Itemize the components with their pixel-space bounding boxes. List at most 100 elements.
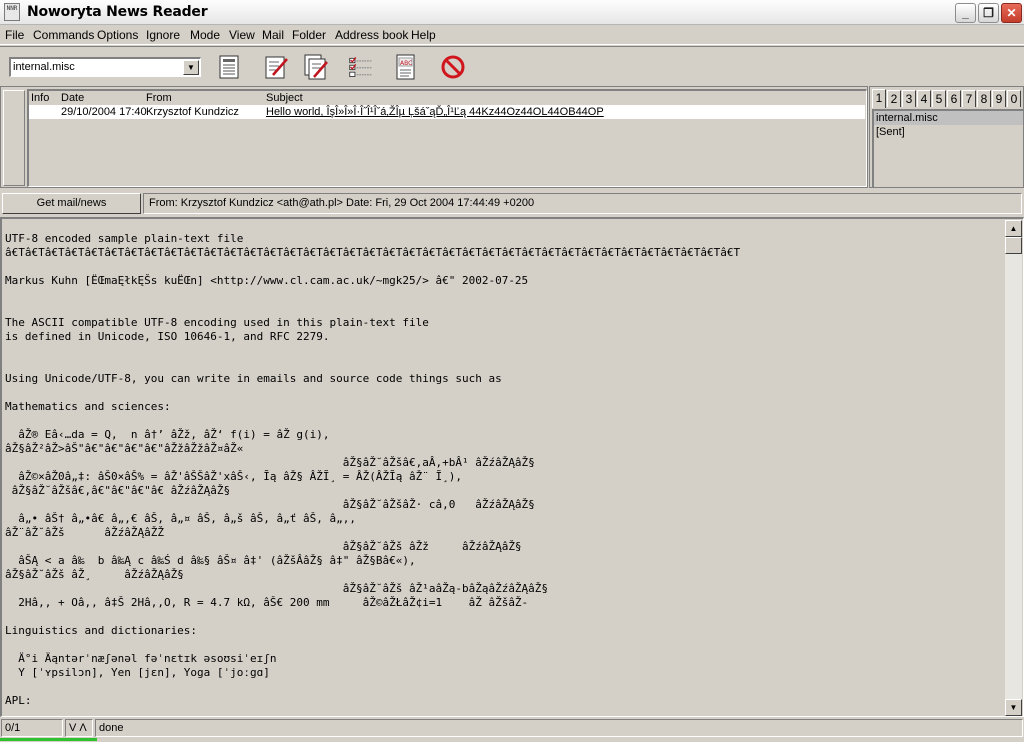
- body-line: [5, 344, 1000, 358]
- folder-select[interactable]: internal.misc ▼: [9, 57, 201, 77]
- body-line: Ä°i Äąntərˈnæʃənəl fəˈnɛtɪk əsoʊsiˈeɪʃn: [5, 652, 277, 665]
- message-date: 29/10/2004 17:40: [61, 106, 147, 118]
- body-line: âŽ§âŽ˘âŽšâ€,aÂ,+bÂ¹ âŽźâŽĄâŽ§: [5, 456, 535, 469]
- body-line: Using Unicode/UTF-8, you can write in em…: [5, 372, 502, 385]
- body-line: UTF-8 encoded sample plain-text file: [5, 232, 244, 245]
- folder-list: internal.misc [Sent]: [872, 109, 1023, 187]
- body-line: 2Hâ,, + Oâ,, â‡Š 2Hâ,,O, R = 4.7 kΩ, âŠ€…: [5, 596, 529, 609]
- folder-tabs: 1 2 3 4 5 6 7 8 9 0: [872, 89, 1024, 108]
- column-header-info[interactable]: Info: [31, 92, 49, 104]
- folder-tab-1[interactable]: 1: [872, 89, 886, 108]
- folder-item-sent[interactable]: [Sent]: [874, 125, 1023, 139]
- vertical-scrollbar[interactable]: ▲ ▼: [1005, 220, 1022, 716]
- body-line: âŽ§âŽ˘âŽšâ€,â€"â€"â€"â€ âŽźâŽĄâŽ§: [5, 484, 231, 497]
- body-line: [5, 680, 1000, 694]
- message-subject[interactable]: Hello world, ÎşÎ»Î»Î·Î˝Î¹Îˇá‚ŽÎµ ĻšáˇąĎ„…: [266, 106, 604, 118]
- body-line: Y [ˈʏpsilɔn], Yen [jɛn], Yoga [ˈjoːgɑ]: [5, 666, 270, 679]
- cancel-icon[interactable]: [440, 53, 466, 81]
- body-line: [5, 260, 1000, 274]
- folder-tab-2[interactable]: 2: [887, 90, 901, 107]
- menu-view[interactable]: View: [229, 28, 255, 42]
- message-body[interactable]: UTF-8 encoded sample plain-text file â€Tâ…: [5, 232, 1000, 714]
- folder-tab-4[interactable]: 4: [917, 90, 931, 107]
- folder-tab-8[interactable]: 8: [977, 90, 991, 107]
- body-line: âŽ§âŽ²âŽ>âŠ"â€"â€"â€"â€"âŽžâŽžâŽ¤âŽ«: [5, 442, 244, 455]
- checklist-icon[interactable]: [348, 53, 374, 81]
- menu-help[interactable]: Help: [411, 28, 436, 42]
- menu-bar: File Commands Options Ignore Mode View M…: [0, 25, 1024, 45]
- body-line: âŠĄ < a â‰ b â‰Ą c â‰Ś d â‰§ âŠ¤ â‡' (âŽ…: [5, 554, 416, 567]
- title-bar: NNR Noworyta News Reader _ ❐ ✕: [0, 0, 1024, 25]
- body-line: [5, 302, 1000, 316]
- folder-tab-3[interactable]: 3: [902, 90, 916, 107]
- message-header-line: From: Krzysztof Kundzicz <ath@ath.pl> Da…: [143, 193, 1022, 214]
- body-line: âŽ§âŽ˘âŽš âŽ¹aâŽą-bâŽąâŽźâŽĄâŽ§: [5, 582, 549, 595]
- body-line: Markus Kuhn [ËŒmaĘłkĘŠs kuËŒn] <http://w…: [5, 274, 529, 287]
- status-mode: V Λ: [65, 719, 93, 737]
- status-message: done: [95, 719, 1023, 737]
- minimize-button[interactable]: _: [955, 3, 976, 23]
- body-line: Mathematics and sciences:: [5, 400, 171, 413]
- chevron-down-icon[interactable]: ▼: [183, 60, 199, 75]
- scroll-up-icon[interactable]: ▲: [1005, 220, 1022, 237]
- compose-icon[interactable]: [263, 53, 289, 81]
- window-title: Noworyta News Reader: [27, 4, 208, 20]
- column-header-date[interactable]: Date: [61, 92, 84, 104]
- body-line: âŽ§âŽ˘âŽš âŽ¸ âŽźâŽĄâŽ§: [5, 568, 184, 581]
- folder-item-internal-misc[interactable]: internal.misc: [874, 111, 1023, 125]
- body-line: [5, 358, 1000, 372]
- menu-folder[interactable]: Folder: [292, 28, 326, 42]
- message-from: Krzysztof Kundzicz: [146, 106, 239, 118]
- folder-panel: 1 2 3 4 5 6 7 8 9 0 internal.misc [Sent]: [869, 86, 1024, 188]
- reply-icon[interactable]: [303, 53, 329, 81]
- menu-ignore[interactable]: Ignore: [146, 28, 180, 42]
- status-position: 0/1: [1, 719, 63, 737]
- folder-tab-0[interactable]: 0: [1007, 90, 1021, 107]
- menu-options[interactable]: Options: [97, 28, 138, 42]
- column-header-from[interactable]: From: [146, 92, 172, 104]
- body-line: âŽ¨âŽ˘âŽš âŽźâŽĄâŽŽ: [5, 526, 164, 539]
- svg-text:ABC: ABC: [400, 60, 412, 67]
- body-line: [5, 610, 1000, 624]
- message-body-panel: UTF-8 encoded sample plain-text file â€Tâ…: [0, 217, 1024, 717]
- menu-file[interactable]: File: [5, 28, 24, 42]
- body-line: âŽ§âŽ˘âŽšâŽ· câ,0 âŽźâŽĄâŽ§: [5, 498, 535, 511]
- body-line: [5, 414, 1000, 428]
- body-line: â„• âŠ† â„•â€ â„,€ âŠ, â„¤ âŠ, â„š âŠ, â…: [5, 512, 356, 525]
- body-line: [5, 638, 1000, 652]
- get-mail-button[interactable]: Get mail/news: [2, 193, 141, 214]
- folder-select-value: internal.misc: [13, 61, 75, 73]
- body-line: âŽ©×âŽ0â„‡: âŠ0×âŠ% = âŽ'âŠŠâŽ'xâŠ‹, Ĩą …: [5, 470, 462, 483]
- message-list-splitter[interactable]: [3, 90, 25, 186]
- message-list-panel: Info Date From Subject 29/10/2004 17:40 …: [0, 86, 868, 188]
- progress-bar: [0, 738, 97, 741]
- menu-address-book[interactable]: Address book: [335, 28, 408, 42]
- column-header-subject[interactable]: Subject: [266, 92, 303, 104]
- scroll-thumb[interactable]: [1005, 237, 1022, 254]
- body-line: [5, 288, 1000, 302]
- menu-mode[interactable]: Mode: [190, 28, 220, 42]
- menu-mail[interactable]: Mail: [262, 28, 284, 42]
- app-icon: NNR: [4, 3, 20, 21]
- maximize-button[interactable]: ❐: [978, 3, 999, 23]
- body-line: âŽ§âŽ˘âŽš âŽž âŽźâŽĄâŽ§: [5, 540, 522, 553]
- message-list-icon[interactable]: [216, 53, 242, 81]
- scroll-down-icon[interactable]: ▼: [1005, 699, 1022, 716]
- folder-tab-7[interactable]: 7: [962, 90, 976, 107]
- body-line: âŽ® Eâ‹…da = Q, n â†’ âŽž, âŽ‘ f(i) = âŽ…: [5, 428, 330, 441]
- folder-tab-6[interactable]: 6: [947, 90, 961, 107]
- status-bar: 0/1 V Λ done: [0, 718, 1024, 742]
- close-button[interactable]: ✕: [1001, 3, 1022, 23]
- spellcheck-icon[interactable]: ABC: [393, 53, 419, 81]
- body-line: â€Tâ€Tâ€Tâ€Tâ€Tâ€Tâ€Tâ€Tâ€Tâ€Tâ€Tâ€Tâ€Tâ…: [5, 246, 741, 259]
- body-line: [5, 386, 1000, 400]
- body-line: The ASCII compatible UTF-8 encoding used…: [5, 316, 429, 329]
- menu-commands[interactable]: Commands: [33, 28, 94, 42]
- body-line: Linguistics and dictionaries:: [5, 624, 198, 637]
- body-line: is defined in Unicode, ISO 10646-1, and …: [5, 330, 330, 343]
- message-row[interactable]: 29/10/2004 17:40 Krzysztof Kundzicz Hell…: [29, 105, 865, 119]
- toolbar: internal.misc ▼ ABC: [0, 46, 1024, 86]
- folder-tab-5[interactable]: 5: [932, 90, 946, 107]
- message-list[interactable]: Info Date From Subject 29/10/2004 17:40 …: [27, 89, 867, 187]
- folder-tab-9[interactable]: 9: [992, 90, 1006, 107]
